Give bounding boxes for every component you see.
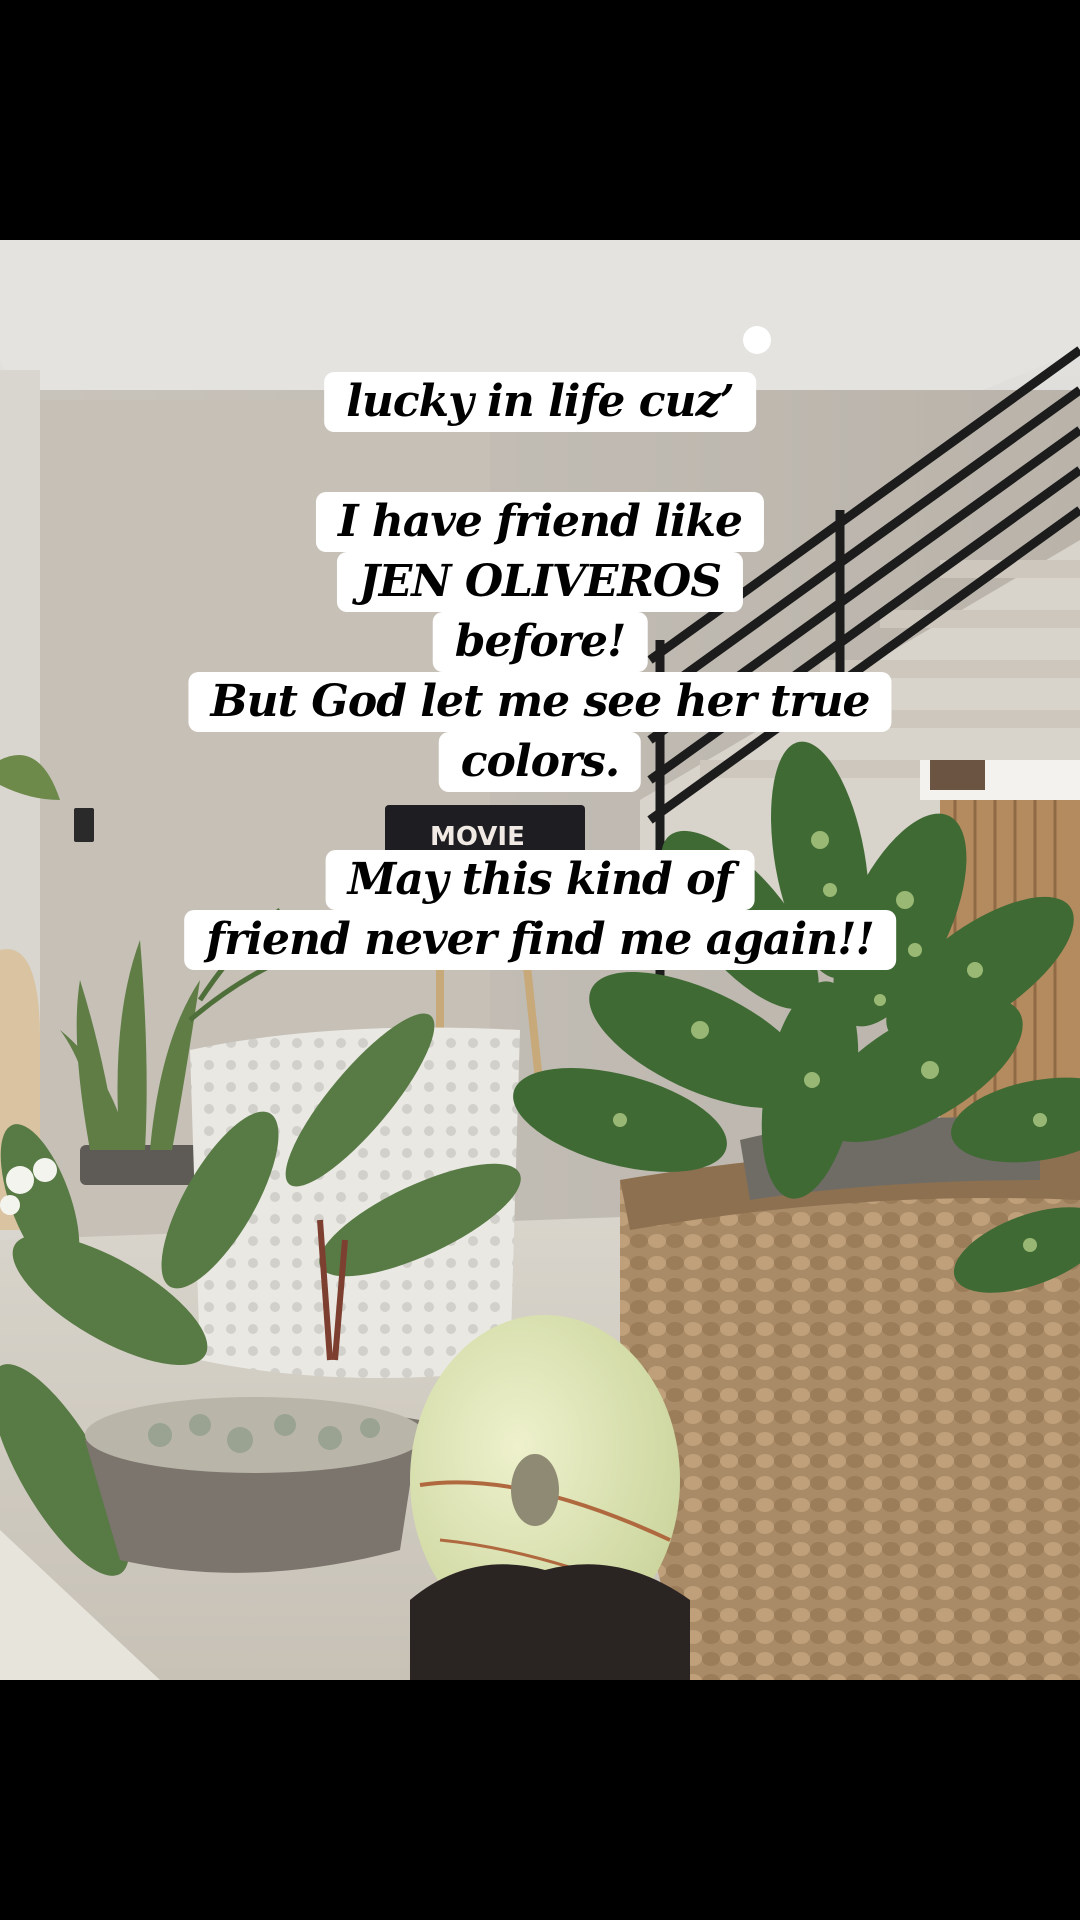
movie-sign-text: MOVIE	[430, 822, 525, 852]
disc-stand	[410, 1564, 690, 1680]
photo-scene: MOVIE	[0, 240, 1080, 1680]
